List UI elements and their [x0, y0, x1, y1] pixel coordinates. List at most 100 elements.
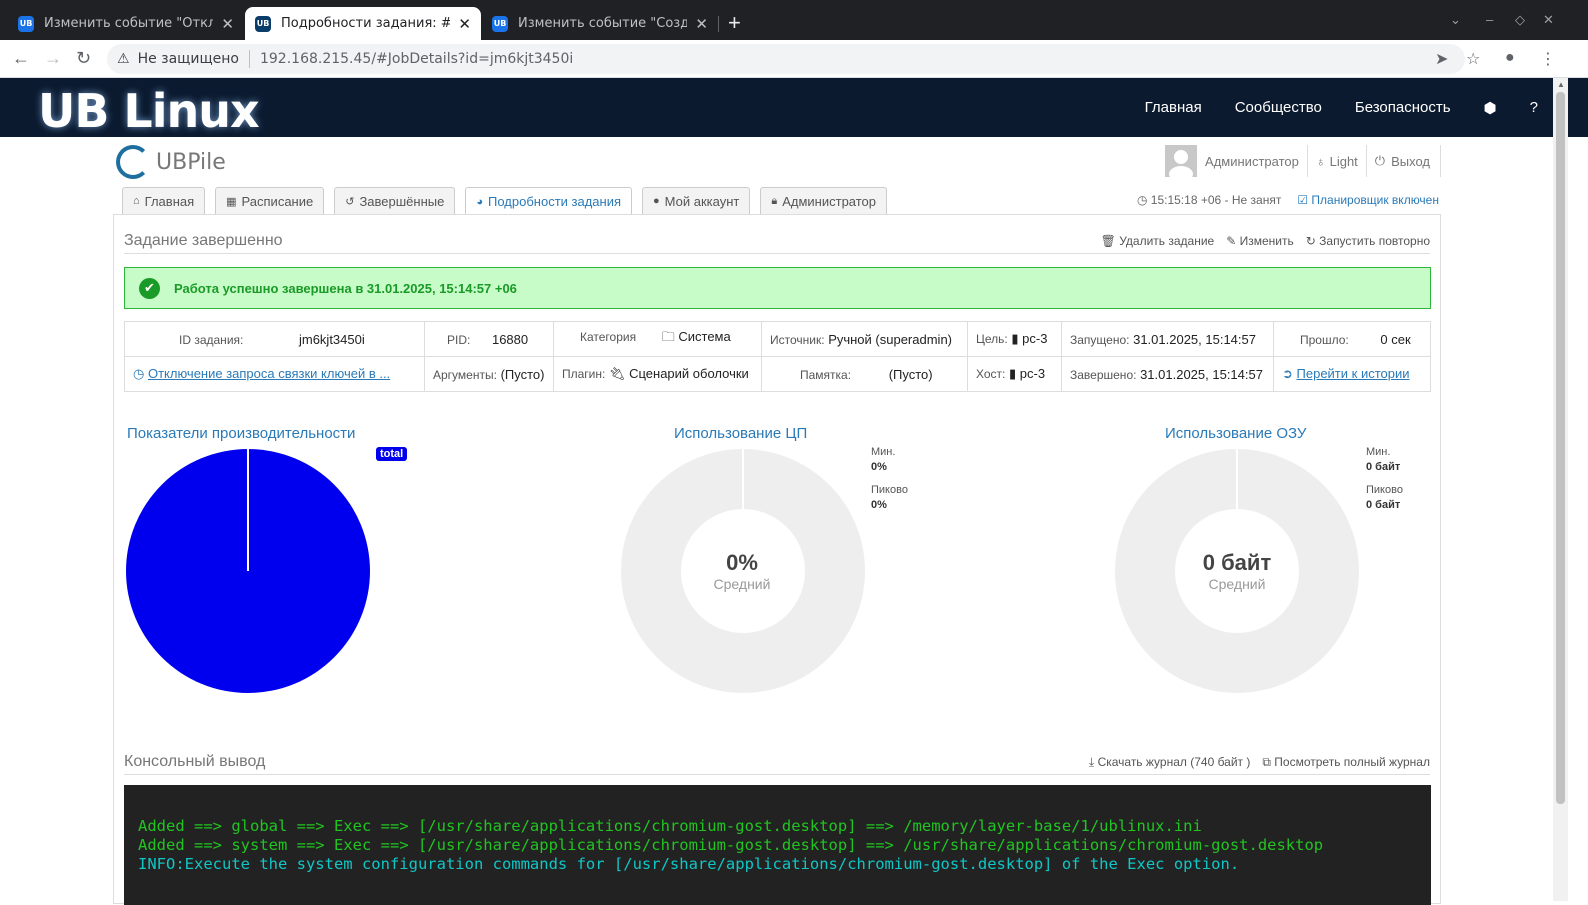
close-icon[interactable]: ✕ [695, 15, 708, 33]
host-cell: Хост: ▮ pc-3 [967, 356, 1062, 392]
browser-tab-edit-event-1[interactable]: UB Изменить событие "Отключе ✕ [8, 7, 244, 40]
nav-home[interactable]: Главная [1145, 99, 1202, 116]
menu-kebab-icon[interactable]: ⋮ [1540, 49, 1556, 69]
event-link-cell: ◷ Отключение запроса связки ключей в ... [124, 356, 425, 392]
download-log-button[interactable]: ⤓ Скачать журнал (740 байт ) [1089, 755, 1250, 770]
minimize-icon[interactable]: – [1486, 12, 1493, 27]
section-divider [124, 253, 1430, 254]
category-cell: Категория 🗀 Система [553, 321, 762, 357]
console-title: Консольный вывод [124, 753, 266, 770]
avatar[interactable] [1165, 145, 1198, 177]
browser-tabstrip: UB Изменить событие "Отключе ✕ UB Подроб… [0, 0, 1588, 40]
job-details-panel: Задание завершенно 🗑︎ Удалить задание ✎ … [113, 214, 1441, 905]
rerun-job-button[interactable]: ↻ Запустить повторно [1306, 234, 1430, 248]
clock-status: ◷ 15:15:18 +06 - Не занят [1136, 193, 1282, 207]
power-icon: ⏻ [1374, 153, 1386, 168]
lock-icon: 🔒︎ [771, 194, 778, 207]
edit-job-button[interactable]: ✎ Изменить [1226, 234, 1294, 248]
job-info-table: ID задания: jm6kjt3450i PID: 16880 Катег… [124, 321, 1431, 392]
ub-favicon-icon: UB [492, 15, 508, 32]
tab-my-account[interactable]: ● Мой аккаунт [642, 187, 751, 214]
edit-icon: ✎ [1226, 234, 1240, 248]
back-icon[interactable]: ← [12, 48, 30, 69]
elapsed-cell: Прошло: 0 сек [1273, 321, 1431, 357]
close-icon[interactable]: ✕ [221, 15, 234, 33]
cpu-average: 0% Средний [713, 550, 771, 592]
theme-toggle[interactable]: Light [1330, 154, 1358, 169]
tab-schedule[interactable]: ▦ Расписание [215, 187, 325, 214]
tab-separator [718, 16, 719, 32]
delete-job-button[interactable]: 🗑︎ Удалить задание [1101, 234, 1215, 248]
checkbox-icon: ☑ [1297, 193, 1312, 207]
ram-average: 0 байт Средний [1202, 550, 1272, 592]
event-link[interactable]: Отключение запроса связки ключей в ... [148, 366, 390, 381]
forward-icon[interactable]: → [44, 48, 62, 69]
warning-icon[interactable]: ⚠ [117, 51, 130, 67]
tab-job-details[interactable]: ◕ Подробности задания [465, 187, 633, 215]
ub-favicon-icon: UB [255, 15, 271, 32]
top-navigation: Главная Сообщество Безопасность ⬢ ? [1145, 78, 1538, 137]
job-section-title: Задание завершенно [124, 232, 283, 249]
pid-cell: PID: 16880 [424, 321, 554, 357]
ubpile-logo-icon [116, 145, 150, 179]
browser-tab-job-details[interactable]: UB Подробности задания: #jm6k ✕ [245, 7, 481, 40]
scrollbar-thumb[interactable] [1556, 92, 1565, 804]
ub-favicon-icon: UB [18, 15, 34, 32]
pie-chart-icon: ◕ [476, 195, 483, 208]
job-actions: 🗑︎ Удалить задание ✎ Изменить ↻ Запустит… [1101, 234, 1430, 248]
tab-admin[interactable]: 🔒︎ Администратор [760, 187, 888, 214]
plugin-cell: Плагин: 🔌︎ Сценарий оболочки [553, 356, 762, 392]
perf-chart-title: Показатели производительности [127, 425, 356, 442]
nav-security[interactable]: Безопасность [1355, 99, 1451, 116]
ram-minmax: Мин. 0 байт Пиково 0 байт [1366, 446, 1403, 511]
profile-icon[interactable]: ● [1505, 49, 1515, 67]
userbar-divider [1306, 145, 1308, 177]
history-icon: ↺ [345, 195, 355, 208]
security-label[interactable]: Не защищено [138, 51, 239, 67]
bookmark-star-icon[interactable]: ☆ [1466, 49, 1480, 69]
scheduler-toggle[interactable]: ☑ Планировщик включен [1297, 193, 1439, 207]
folder-icon: 🗀 [661, 329, 679, 344]
bulb-icon: ♁ [1315, 153, 1326, 169]
send-icon[interactable]: ➤ [1435, 49, 1448, 69]
maximize-icon[interactable]: ◇ [1515, 12, 1525, 28]
finished-cell: Завершено: 31.01.2025, 15:14:57 [1061, 356, 1274, 392]
new-tab-button[interactable]: + [728, 10, 741, 36]
memo-cell: Памятка: (Пусто) [761, 356, 968, 392]
trash-icon: 🗑︎ [1100, 234, 1120, 248]
view-full-log-button[interactable]: ⧉ Посмотреть полный журнал [1262, 755, 1430, 770]
tab-completed[interactable]: ↺ Завершённые [334, 187, 456, 214]
section-divider [124, 774, 1430, 775]
logout-link[interactable]: Выход [1391, 154, 1430, 169]
calendar-icon: ▦ [226, 195, 237, 208]
help-icon[interactable]: ? [1530, 99, 1538, 116]
site-header: UB Linux Главная Сообщество Безопасность… [0, 78, 1588, 138]
ublinux-logo[interactable]: UB Linux [38, 84, 260, 138]
omnibox-divider [248, 50, 250, 68]
user-name[interactable]: Администратор [1205, 154, 1299, 169]
url-text[interactable]: 192.168.215.45/#JobDetails?id=jm6kjt3450… [260, 51, 573, 67]
console-output[interactable]: Added ==> global ==> Exec ==> [/usr/shar… [124, 785, 1431, 905]
perf-legend-total[interactable]: total [376, 447, 408, 461]
nav-community[interactable]: Сообщество [1235, 99, 1322, 116]
reload-icon[interactable]: ↻ [76, 48, 91, 69]
console-line: Added ==> global ==> Exec ==> [/usr/shar… [138, 817, 1202, 835]
job-id-cell: ID задания: jm6kjt3450i [124, 321, 425, 357]
table-row: ID задания: jm6kjt3450i PID: 16880 Катег… [124, 321, 1431, 357]
success-banner: ✔ Работа успешно завершена в 31.01.2025,… [124, 267, 1431, 309]
home-icon: ⌂ [133, 195, 140, 207]
page-scrollbar[interactable]: ▲ [1553, 78, 1568, 901]
browser-tab-edit-event-2[interactable]: UB Изменить событие "Создани ✕ [482, 7, 718, 40]
address-bar[interactable]: ⚠ Не защищено 192.168.215.45/#JobDetails… [107, 44, 1465, 74]
package-icon[interactable]: ⬢ [1484, 99, 1497, 117]
scroll-up-icon[interactable]: ▲ [1557, 80, 1565, 89]
history-link[interactable]: Перейти к истории [1297, 366, 1410, 381]
args-cell: Аргументы: (Пусто) [424, 356, 554, 392]
tab-search-icon[interactable]: ⌄ [1450, 12, 1461, 28]
ubpile-logo[interactable]: UBPile [116, 145, 226, 179]
window-close-icon[interactable]: ✕ [1543, 12, 1554, 28]
history-cell: ➲ Перейти к истории [1273, 356, 1431, 392]
user-icon: ● [653, 195, 660, 207]
close-icon[interactable]: ✕ [458, 15, 471, 33]
tab-home[interactable]: ⌂ Главная [122, 187, 206, 214]
